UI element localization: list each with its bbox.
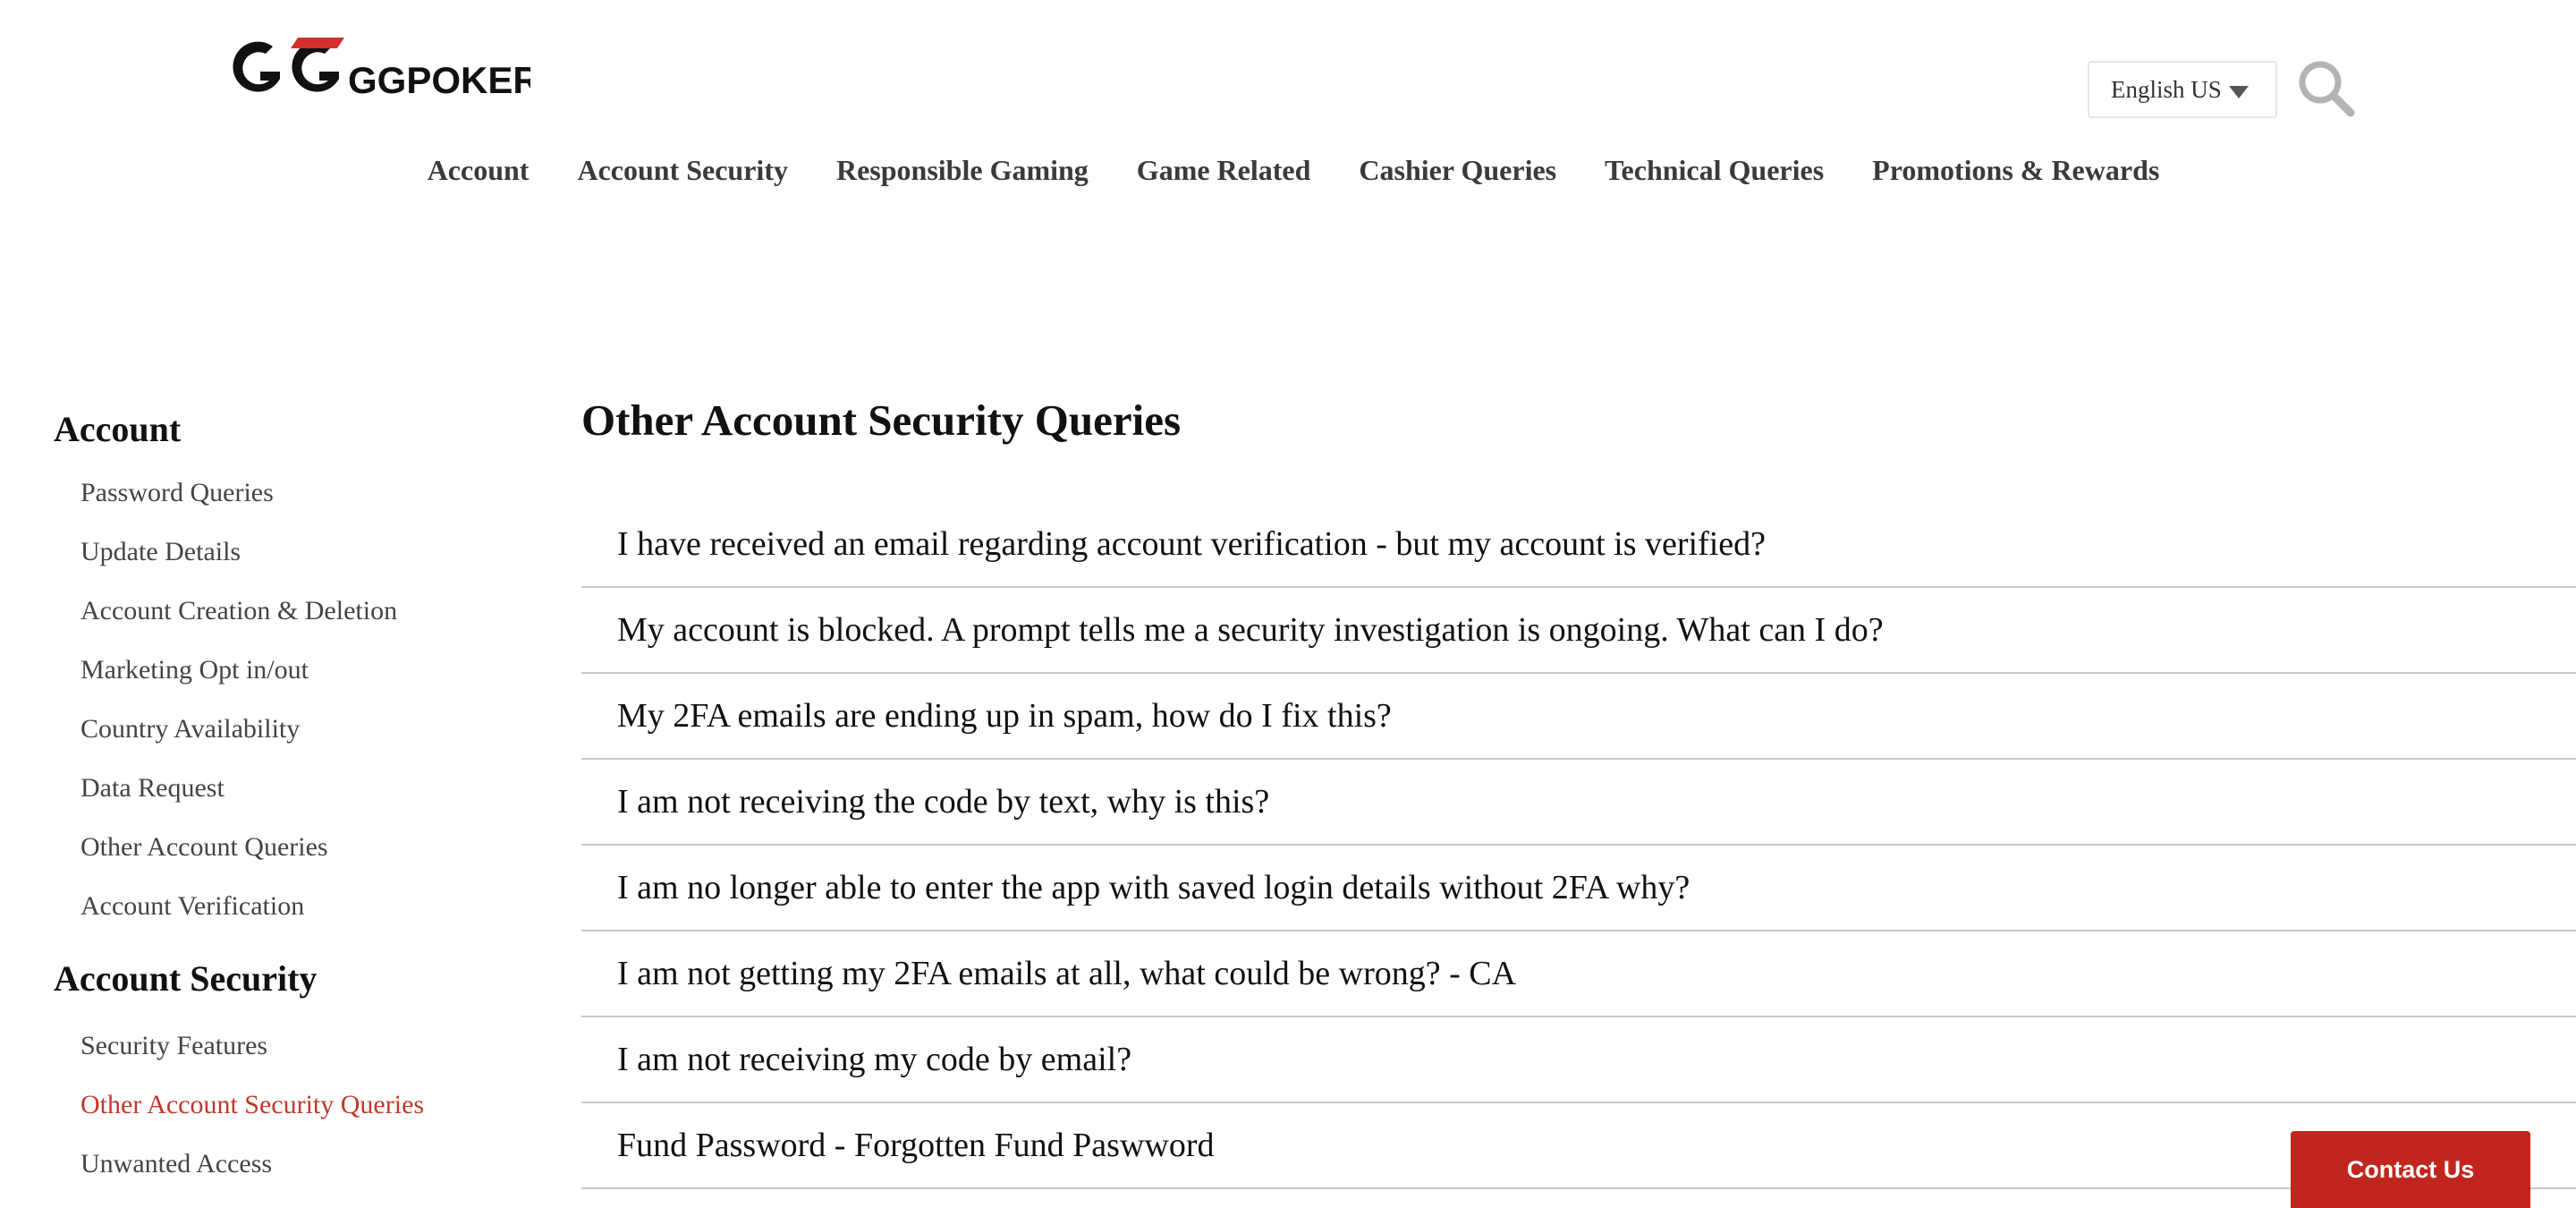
chevron-down-icon (2229, 86, 2249, 98)
nav-item-account[interactable]: Account (428, 154, 530, 187)
category-nav: Account Account Security Responsible Gam… (0, 154, 2576, 187)
sidebar-item-security-features[interactable]: Security Features (54, 1017, 519, 1076)
sidebar-item-data-request[interactable]: Data Request (54, 759, 519, 818)
faq-item[interactable]: My 2FA emails are ending up in spam, how… (581, 674, 2576, 760)
search-icon (2299, 61, 2355, 117)
sidebar-item-update-details[interactable]: Update Details (54, 523, 519, 582)
page-title: Other Account Security Queries (581, 396, 1182, 445)
sidebar-item-other-account-queries[interactable]: Other Account Queries (54, 818, 519, 877)
sidebar-list-account-security: Security Features Other Account Security… (54, 1017, 519, 1194)
sidebar-heading-account[interactable]: Account (54, 404, 519, 455)
faq-item[interactable]: I am not receiving my code by email? (581, 1017, 2576, 1103)
nav-item-promotions-rewards[interactable]: Promotions & Rewards (1872, 154, 2159, 187)
ggpoker-logo[interactable]: GGPOKER (226, 32, 530, 107)
faq-item[interactable]: I am no longer able to enter the app wit… (581, 846, 2576, 932)
faq-item[interactable]: I am not receiving the code by text, why… (581, 760, 2576, 846)
search-button[interactable] (2295, 57, 2358, 120)
faq-item[interactable]: Fund Password - Forgotten Fund Paswword (581, 1103, 2576, 1189)
nav-item-cashier-queries[interactable]: Cashier Queries (1359, 154, 1556, 187)
sidebar-item-country-availability[interactable]: Country Availability (54, 700, 519, 759)
logo-wordmark: GGPOKER (348, 59, 530, 101)
sidebar-item-unwanted-access[interactable]: Unwanted Access (54, 1135, 519, 1194)
sidebar-item-account-verification[interactable]: Account Verification (54, 877, 519, 936)
sidebar-list-account: Password Queries Update Details Account … (54, 464, 519, 936)
sidebar-item-marketing-opt[interactable]: Marketing Opt in/out (54, 641, 519, 700)
nav-item-responsible-gaming[interactable]: Responsible Gaming (836, 154, 1089, 187)
nav-item-technical-queries[interactable]: Technical Queries (1605, 154, 1824, 187)
faq-item[interactable]: I have received an email regarding accou… (581, 502, 2576, 588)
faq-item[interactable]: My account is blocked. A prompt tells me… (581, 588, 2576, 674)
faq-list: I have received an email regarding accou… (581, 502, 2576, 1189)
sidebar-item-other-account-security-queries[interactable]: Other Account Security Queries (54, 1076, 519, 1135)
language-select-value: English US (2111, 75, 2222, 103)
sidebar: Account Password Queries Update Details … (54, 404, 519, 1194)
contact-us-button[interactable]: Contact Us (2291, 1131, 2530, 1208)
logo-graphic: GGPOKER (233, 38, 530, 101)
nav-item-game-related[interactable]: Game Related (1137, 154, 1311, 187)
sidebar-group-account: Account Password Queries Update Details … (54, 404, 519, 936)
sidebar-item-password-queries[interactable]: Password Queries (54, 464, 519, 523)
language-select[interactable]: English US (2088, 61, 2277, 118)
nav-item-account-security[interactable]: Account Security (577, 154, 788, 187)
faq-item[interactable]: I am not getting my 2FA emails at all, w… (581, 932, 2576, 1017)
sidebar-item-account-creation-deletion[interactable]: Account Creation & Deletion (54, 582, 519, 641)
sidebar-heading-account-security[interactable]: Account Security (54, 954, 519, 1004)
sidebar-group-account-security: Account Security Security Features Other… (54, 954, 519, 1194)
